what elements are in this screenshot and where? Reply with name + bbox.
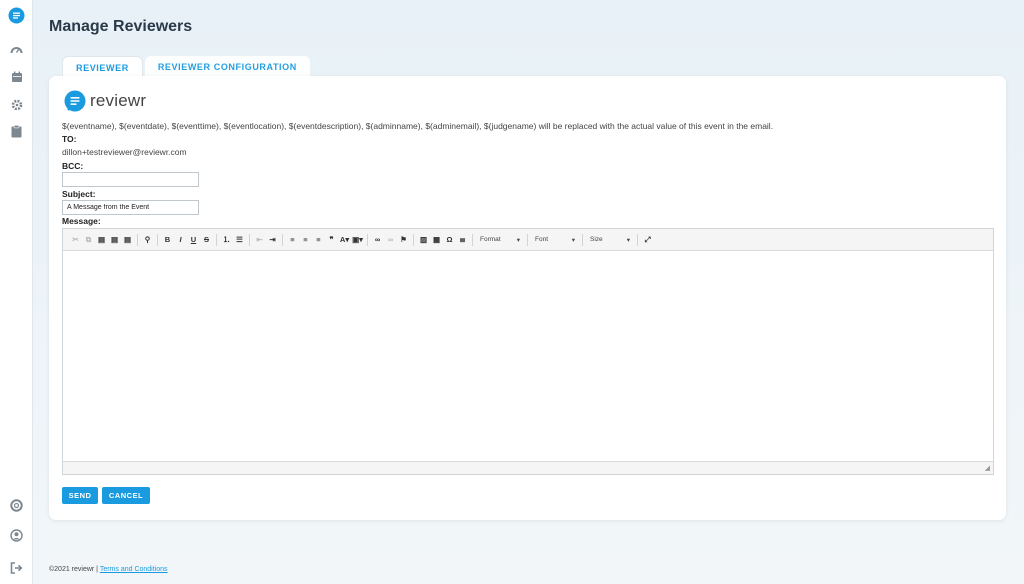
align-left-icon[interactable]: ≡ bbox=[287, 233, 298, 247]
copyright-text: ©2021 reviewr | bbox=[49, 566, 98, 573]
toolbar-separator bbox=[249, 233, 250, 246]
sidebar bbox=[0, 0, 33, 584]
cancel-button[interactable]: CANCEL bbox=[102, 487, 150, 504]
main-content: Manage Reviewers REVIEWER REVIEWER CONFI… bbox=[33, 0, 1024, 584]
italic-icon[interactable]: I bbox=[175, 233, 186, 247]
message-label: Message: bbox=[62, 216, 101, 226]
tab-reviewer-configuration[interactable]: REVIEWER CONFIGURATION bbox=[144, 56, 310, 78]
bcc-label: BCC: bbox=[62, 161, 84, 171]
unlink-icon[interactable]: ∞ bbox=[385, 233, 396, 247]
align-right-icon[interactable]: ≡ bbox=[313, 233, 324, 247]
resize-handle-icon[interactable]: ◢ bbox=[985, 464, 990, 472]
link-icon[interactable]: ∞ bbox=[372, 233, 383, 247]
subject-label: Subject: bbox=[62, 189, 96, 199]
tab-bar: REVIEWER REVIEWER CONFIGURATION bbox=[62, 56, 310, 78]
to-value: dillon+testreviewer@reviewr.com bbox=[62, 147, 187, 157]
chevron-down-icon: ▾ bbox=[626, 236, 630, 244]
settings-icon[interactable] bbox=[8, 96, 25, 113]
account-icon[interactable] bbox=[8, 527, 25, 544]
size-dropdown[interactable]: Size ▾ bbox=[587, 233, 633, 247]
email-card: reviewr $(eventname), $(eventdate), $(ev… bbox=[49, 76, 1006, 520]
rich-text-editor: ✂ ⧉ ▤ ▤ ▤ ⚲ B I U S ⒈ ☰ ⇤ ⇥ ≡ ≡ ≡ ❞ A▾ ▣… bbox=[62, 228, 994, 475]
toolbar-separator bbox=[157, 233, 158, 246]
special-char-icon[interactable]: Ω bbox=[444, 233, 455, 247]
clipboard-icon[interactable] bbox=[8, 123, 25, 140]
dashboard-icon[interactable] bbox=[8, 42, 25, 59]
outdent-icon[interactable]: ⇤ bbox=[254, 233, 265, 247]
strike-icon[interactable]: S bbox=[201, 233, 212, 247]
size-dropdown-label: Size bbox=[590, 236, 603, 243]
editor-toolbar: ✂ ⧉ ▤ ▤ ▤ ⚲ B I U S ⒈ ☰ ⇤ ⇥ ≡ ≡ ≡ ❞ A▾ ▣… bbox=[63, 229, 993, 251]
font-dropdown-label: Font bbox=[535, 236, 549, 243]
font-dropdown[interactable]: Font ▾ bbox=[532, 233, 578, 247]
toolbar-separator bbox=[367, 233, 368, 246]
paste-icon[interactable]: ▤ bbox=[96, 233, 107, 247]
tab-reviewer[interactable]: REVIEWER bbox=[62, 56, 143, 78]
toolbar-separator bbox=[637, 233, 638, 246]
find-icon[interactable]: ⚲ bbox=[142, 233, 153, 247]
underline-icon[interactable]: U bbox=[188, 233, 199, 247]
toolbar-separator bbox=[472, 233, 473, 246]
background-color-icon[interactable]: ▣▾ bbox=[352, 233, 363, 247]
reviewr-logo-icon bbox=[64, 90, 86, 112]
to-label: TO: bbox=[62, 134, 77, 144]
page-title: Manage Reviewers bbox=[49, 18, 193, 35]
brand-name: reviewr bbox=[90, 91, 147, 110]
maximize-icon[interactable]: ⤢ bbox=[642, 233, 653, 247]
send-button[interactable]: SEND bbox=[62, 487, 98, 504]
editor-statusbar: ◢ bbox=[63, 461, 993, 474]
toolbar-separator bbox=[582, 233, 583, 246]
format-dropdown[interactable]: Format ▾ bbox=[477, 233, 523, 247]
toolbar-separator bbox=[137, 233, 138, 246]
calendar-icon[interactable] bbox=[8, 68, 25, 85]
chevron-down-icon: ▾ bbox=[516, 236, 520, 244]
reviewr-logo-icon[interactable] bbox=[8, 7, 25, 24]
anchor-icon[interactable]: ⚑ bbox=[398, 233, 409, 247]
bcc-input[interactable] bbox=[62, 172, 199, 187]
format-dropdown-label: Format bbox=[480, 236, 501, 243]
toolbar-separator bbox=[527, 233, 528, 246]
terms-link[interactable]: Terms and Conditions bbox=[100, 566, 168, 573]
paste-word-icon[interactable]: ▤ bbox=[122, 233, 133, 247]
logout-icon[interactable] bbox=[8, 559, 25, 576]
blockquote-icon[interactable]: ❞ bbox=[326, 233, 337, 247]
toolbar-separator bbox=[413, 233, 414, 246]
toolbar-separator bbox=[216, 233, 217, 246]
placeholder-info-text: $(eventname), $(eventdate), $(eventtime)… bbox=[62, 121, 774, 131]
help-icon[interactable] bbox=[8, 497, 25, 514]
cut-icon[interactable]: ✂ bbox=[70, 233, 81, 247]
bold-icon[interactable]: B bbox=[162, 233, 173, 247]
text-color-icon[interactable]: A▾ bbox=[339, 233, 350, 247]
footer: ©2021 reviewr | Terms and Conditions bbox=[49, 566, 168, 573]
copy-icon[interactable]: ⧉ bbox=[83, 233, 94, 247]
subject-input[interactable] bbox=[62, 200, 199, 215]
table-icon[interactable]: ▦ bbox=[431, 233, 442, 247]
chevron-down-icon: ▾ bbox=[571, 236, 575, 244]
horizontal-rule-icon[interactable]: ≣ bbox=[457, 233, 468, 247]
indent-icon[interactable]: ⇥ bbox=[267, 233, 278, 247]
numbered-list-icon[interactable]: ⒈ bbox=[221, 233, 232, 247]
paste-text-icon[interactable]: ▤ bbox=[109, 233, 120, 247]
bullet-list-icon[interactable]: ☰ bbox=[234, 233, 245, 247]
brand-logo: reviewr bbox=[64, 90, 146, 112]
image-icon[interactable]: ▨ bbox=[418, 233, 429, 247]
toolbar-separator bbox=[282, 233, 283, 246]
message-body[interactable] bbox=[63, 251, 993, 461]
align-center-icon[interactable]: ≡ bbox=[300, 233, 311, 247]
